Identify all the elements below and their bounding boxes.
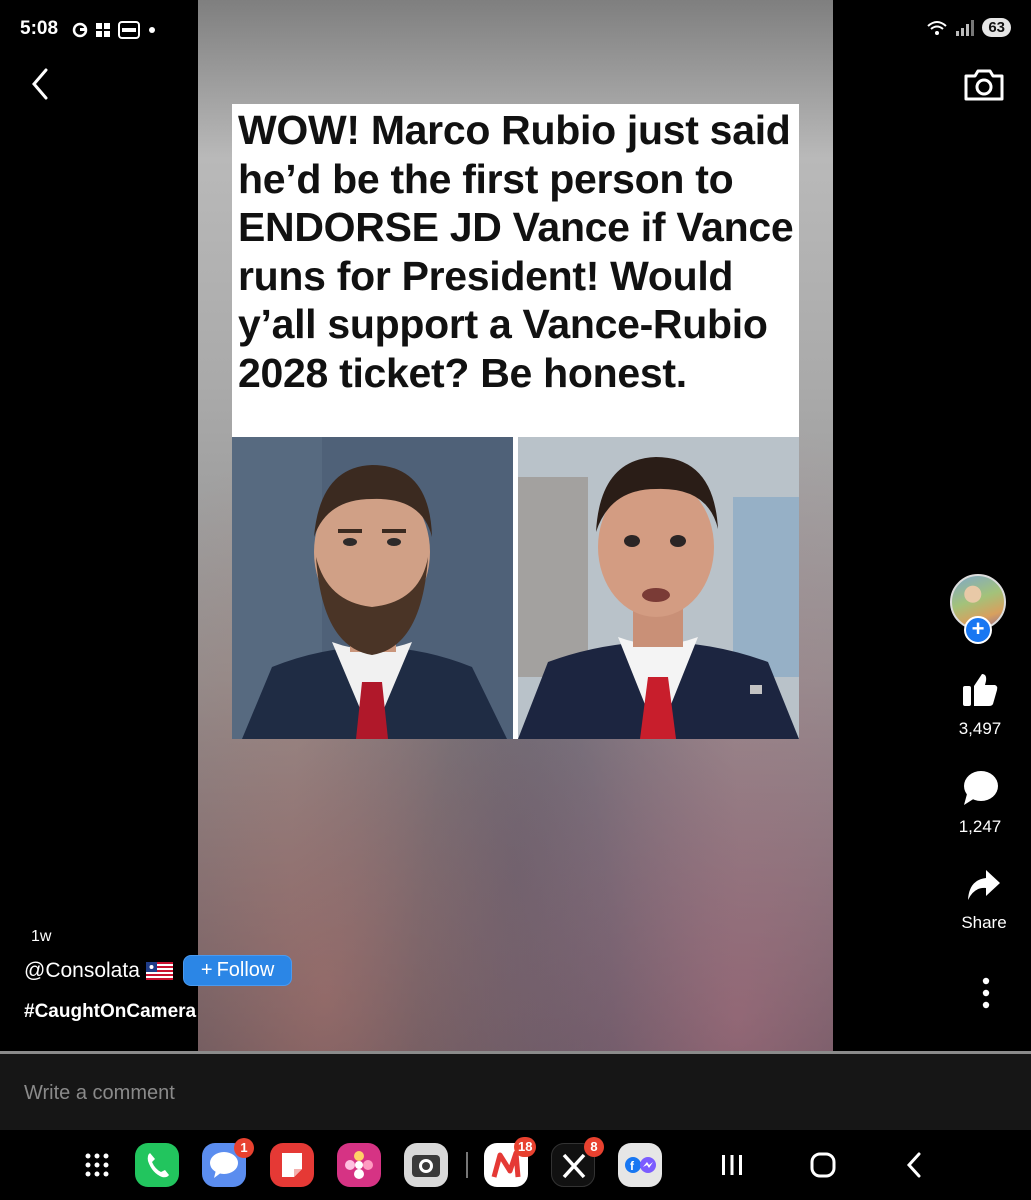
comment-bubble-icon [964,771,998,805]
back-arrow-icon[interactable] [26,66,56,102]
author-row: @Consolata + Follow [24,955,293,986]
post-age: 1w [31,928,52,945]
signal-icon [956,19,975,36]
author-name[interactable]: @Consolata [24,959,173,983]
plus-icon: + [200,959,213,981]
recent-apps-icon[interactable] [720,1152,744,1178]
thumbs-up-icon [963,674,998,706]
dock-divider [466,1152,468,1178]
photo-marco-rubio [518,437,799,739]
author-handle[interactable]: @Consolata [24,959,140,982]
status-right: 63 [926,18,1011,37]
wifi-icon [927,20,947,35]
camera-icon[interactable] [962,68,1006,102]
dot-icon [149,27,155,33]
gallery-app-icon[interactable] [337,1143,381,1187]
follow-button[interactable]: + Follow [182,955,293,986]
hashtag-link[interactable]: #CaughtOnCamera [24,1001,196,1023]
news-icon [118,21,140,39]
grid-icon [96,23,110,37]
facebook-messenger-folder-icon[interactable]: f [618,1143,662,1187]
follow-label: Follow [216,959,275,981]
sync-icon [72,22,88,38]
notes-app-icon[interactable] [270,1143,314,1187]
liberia-flag-icon [145,961,173,980]
messages-badge: 1 [234,1138,254,1158]
like-button[interactable]: 3,497 [940,672,1020,739]
like-count: 3,497 [958,719,1002,738]
home-icon[interactable] [809,1151,837,1179]
comment-input[interactable]: Write a comment [24,1082,175,1105]
follow-plus-icon[interactable]: + [964,616,992,644]
share-arrow-icon [968,870,1000,900]
apps-grid-icon[interactable] [84,1152,110,1178]
x-badge: 8 [584,1137,604,1157]
post-headline: WOW! Marco Rubio just said he’d be the f… [238,107,794,396]
share-label: Share [961,913,1007,932]
comment-count: 1,247 [958,817,1002,836]
more-options-icon[interactable] [976,976,996,1010]
share-button[interactable]: Share [944,868,1024,933]
comment-button[interactable]: 1,247 [940,770,1020,837]
nav-back-icon[interactable] [904,1151,924,1179]
post-image-card: WOW! Marco Rubio just said he’d be the f… [232,104,799,739]
photo-jd-vance [232,437,513,739]
status-time: 5:08 [20,18,59,39]
news-badge: 18 [514,1137,537,1157]
battery-level: 63 [982,18,1011,37]
camera-app-icon[interactable] [404,1143,448,1187]
status-icons [72,18,156,42]
phone-app-icon[interactable] [135,1143,179,1187]
